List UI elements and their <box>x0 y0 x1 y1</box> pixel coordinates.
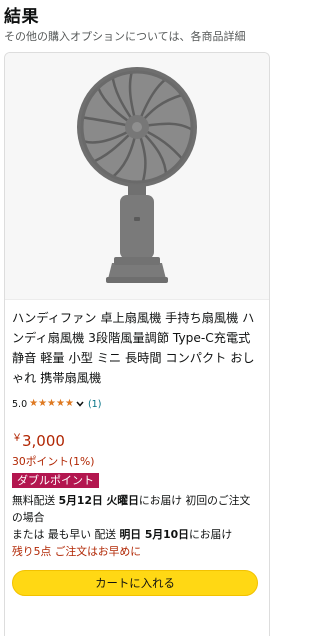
price-value: 3,000 <box>22 432 65 450</box>
rating-value: 5.0 <box>12 398 28 410</box>
double-point-badge: ダブルポイント <box>12 473 99 488</box>
product-title[interactable]: ハンディファン 卓上扇風機 手持ち扇風機 ハンディ扇風機 3段階風量調節 Typ… <box>12 308 261 388</box>
delivery-line2-suffix: にお届け <box>188 528 233 541</box>
star-icon: ★ <box>64 398 74 409</box>
rating-row: 5.0 ★ ★ ★ ★ ★ (1) <box>12 395 261 413</box>
review-count-link[interactable]: (1) <box>88 399 101 410</box>
delivery-date-fastest: 明日 5月10日 <box>119 528 189 541</box>
points-text: 30ポイント(1%) <box>12 455 95 468</box>
price-currency: ￥ <box>12 433 22 444</box>
results-subtitle: その他の購入オプションについては、各商品詳細 <box>4 30 246 43</box>
handheld-fan-image <box>77 67 197 283</box>
delivery-info: 無料配送 5月12日 火曜日にお届け 初回のご注文の場合 または 最も早い 配送… <box>12 492 261 543</box>
star-icon: ★ <box>29 398 39 409</box>
price[interactable]: ￥3,000 <box>12 428 261 450</box>
product-card: ハンディファン 卓上扇風機 手持ち扇風機 ハンディ扇風機 3段階風量調節 Typ… <box>4 52 270 636</box>
star-icon: ★ <box>38 398 48 409</box>
star-icon: ★ <box>47 398 57 409</box>
add-to-cart-button[interactable]: カートに入れる <box>12 570 258 596</box>
product-image[interactable] <box>5 53 269 300</box>
results-title: 結果 <box>4 7 39 27</box>
chevron-down-icon[interactable] <box>76 401 84 407</box>
star-icon: ★ <box>56 398 65 409</box>
stock-warning: 残り5点 ご注文はお早めに <box>12 545 142 558</box>
results-header: 結果 その他の購入オプションについては、各商品詳細 <box>0 0 274 46</box>
delivery-fastest-label: または 最も早い 配送 <box>12 528 120 541</box>
delivery-free-label: 無料配送 <box>12 494 59 507</box>
delivery-date-standard: 5月12日 火曜日 <box>58 494 139 507</box>
star-rating[interactable]: ★ ★ ★ ★ ★ <box>29 399 74 409</box>
